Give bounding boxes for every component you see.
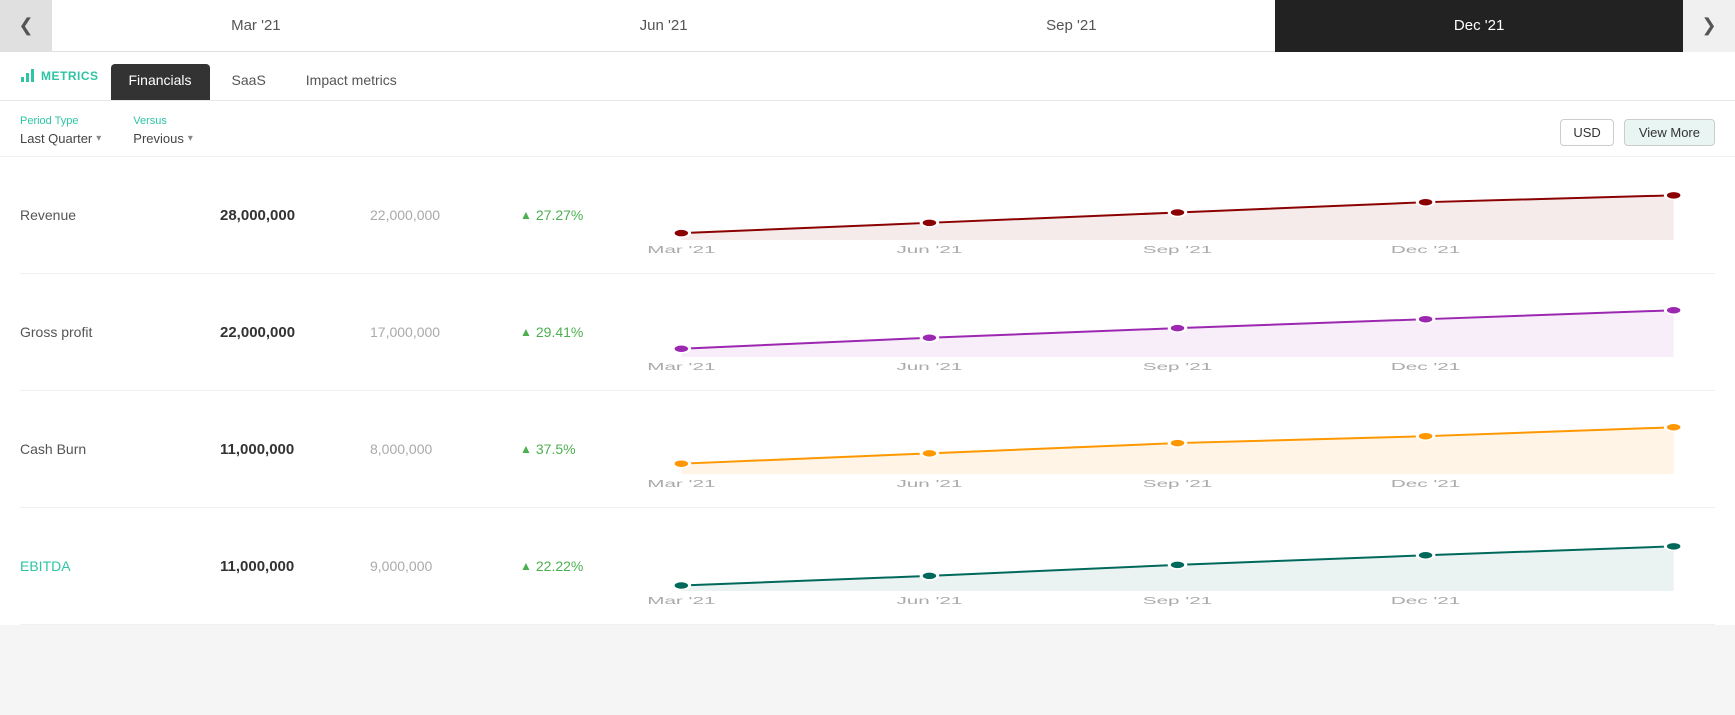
svg-text:Sep '21: Sep '21 [1143, 595, 1212, 606]
tab-saas[interactable]: SaaS [214, 64, 284, 100]
change-arrow-icon: ▲ [520, 208, 532, 222]
svg-text:Mar '21: Mar '21 [647, 595, 715, 606]
next-period-button[interactable]: ❯ [1683, 0, 1735, 52]
change-percent: 27.27% [536, 207, 583, 223]
svg-text:Jun '21: Jun '21 [896, 478, 962, 489]
chart-svg: Mar '21 Jun '21 Sep '21 Dec '21 [640, 409, 1715, 489]
svg-text:Sep '21: Sep '21 [1143, 478, 1212, 489]
change-percent: 29.41% [536, 324, 583, 340]
metrics-label: METRICS [20, 67, 99, 98]
chart-svg: Mar '21 Jun '21 Sep '21 Dec '21 [640, 175, 1715, 255]
metric-previous: 22,000,000 [370, 207, 520, 223]
metric-row-cash-burn: Cash Burn 11,000,000 8,000,000 ▲ 37.5% M… [20, 391, 1715, 508]
period-navigation: ❮ Mar '21 Jun '21 Sep '21 Dec '21 ❯ [0, 0, 1735, 52]
metric-change: ▲ 37.5% [520, 441, 640, 457]
metric-change: ▲ 22.22% [520, 558, 640, 574]
metric-chart: Mar '21 Jun '21 Sep '21 Dec '21 [640, 409, 1715, 489]
view-more-button[interactable]: View More [1624, 119, 1715, 146]
change-percent: 22.22% [536, 558, 583, 574]
svg-text:Dec '21: Dec '21 [1391, 361, 1460, 372]
versus-label: Versus [133, 115, 193, 127]
period-mar21[interactable]: Mar '21 [52, 0, 460, 52]
svg-text:Sep '21: Sep '21 [1143, 361, 1212, 372]
metric-chart: Mar '21 Jun '21 Sep '21 Dec '21 [640, 526, 1715, 606]
filter-row: Period Type Last Quarter ▾ Versus Previo… [0, 101, 1735, 157]
metric-row-gross-profit: Gross profit 22,000,000 17,000,000 ▲ 29.… [20, 274, 1715, 391]
metric-previous: 9,000,000 [370, 558, 520, 574]
metric-previous: 17,000,000 [370, 324, 520, 340]
tab-financials[interactable]: Financials [111, 64, 210, 100]
filter-right: USD View More [1560, 119, 1715, 146]
metric-previous: 8,000,000 [370, 441, 520, 457]
svg-text:Sep '21: Sep '21 [1143, 244, 1212, 255]
svg-text:Jun '21: Jun '21 [896, 244, 962, 255]
metric-current: 22,000,000 [220, 324, 370, 341]
metric-current: 11,000,000 [220, 441, 370, 458]
period-type-select[interactable]: Last Quarter ▾ [20, 131, 101, 146]
svg-text:Jun '21: Jun '21 [896, 361, 962, 372]
tabs-row: METRICS Financials SaaS Impact metrics [0, 52, 1735, 101]
metric-name: Revenue [20, 207, 220, 223]
change-arrow-icon: ▲ [520, 442, 532, 456]
period-sep21[interactable]: Sep '21 [868, 0, 1276, 52]
versus-select[interactable]: Previous ▾ [133, 131, 193, 146]
metric-chart: Mar '21 Jun '21 Sep '21 Dec '21 [640, 175, 1715, 255]
change-percent: 37.5% [536, 441, 576, 457]
metric-change: ▲ 27.27% [520, 207, 640, 223]
change-arrow-icon: ▲ [520, 559, 532, 573]
tab-impact-metrics[interactable]: Impact metrics [288, 64, 415, 100]
svg-text:Mar '21: Mar '21 [647, 361, 715, 372]
chart-svg: Mar '21 Jun '21 Sep '21 Dec '21 [640, 526, 1715, 606]
metric-chart: Mar '21 Jun '21 Sep '21 Dec '21 [640, 292, 1715, 372]
metric-name: Cash Burn [20, 441, 220, 457]
versus-chevron: ▾ [188, 133, 193, 144]
metric-current: 11,000,000 [220, 558, 370, 575]
period-jun21[interactable]: Jun '21 [460, 0, 868, 52]
svg-text:Dec '21: Dec '21 [1391, 478, 1460, 489]
change-arrow-icon: ▲ [520, 325, 532, 339]
metrics-body: Revenue 28,000,000 22,000,000 ▲ 27.27% M… [0, 157, 1735, 625]
metric-row-revenue: Revenue 28,000,000 22,000,000 ▲ 27.27% M… [20, 157, 1715, 274]
svg-text:Mar '21: Mar '21 [647, 478, 715, 489]
main-panel: METRICS Financials SaaS Impact metrics P… [0, 52, 1735, 625]
metric-name[interactable]: EBITDA [20, 558, 220, 574]
period-dec21[interactable]: Dec '21 [1275, 0, 1683, 52]
svg-text:Dec '21: Dec '21 [1391, 244, 1460, 255]
chart-svg: Mar '21 Jun '21 Sep '21 Dec '21 [640, 292, 1715, 372]
svg-text:Jun '21: Jun '21 [896, 595, 962, 606]
metric-change: ▲ 29.41% [520, 324, 640, 340]
svg-text:Dec '21: Dec '21 [1391, 595, 1460, 606]
metric-name: Gross profit [20, 324, 220, 340]
svg-text:Mar '21: Mar '21 [647, 244, 715, 255]
period-type-filter: Period Type Last Quarter ▾ [20, 115, 101, 146]
currency-badge: USD [1560, 119, 1613, 146]
period-type-label: Period Type [20, 115, 101, 127]
metrics-chart-icon [20, 67, 36, 86]
metric-row-ebitda: EBITDA 11,000,000 9,000,000 ▲ 22.22% Mar… [20, 508, 1715, 625]
period-items: Mar '21 Jun '21 Sep '21 Dec '21 [52, 0, 1683, 52]
prev-period-button[interactable]: ❮ [0, 0, 52, 52]
versus-filter: Versus Previous ▾ [133, 115, 193, 146]
metric-current: 28,000,000 [220, 207, 370, 224]
period-type-chevron: ▾ [96, 133, 101, 144]
